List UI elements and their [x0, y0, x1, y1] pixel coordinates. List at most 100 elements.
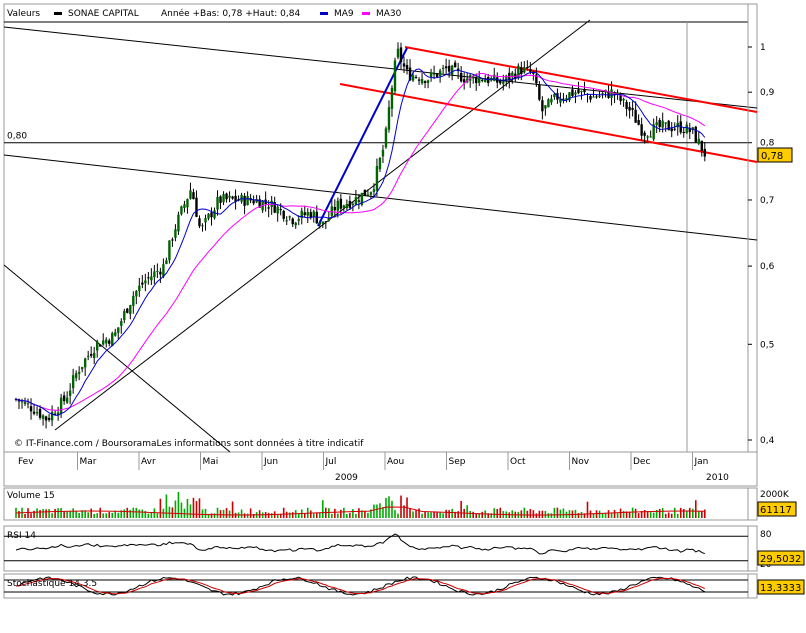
volume-bar	[228, 510, 231, 518]
volume-bar	[138, 509, 141, 518]
candle-body	[285, 220, 288, 222]
volume-bar	[685, 510, 688, 518]
candle-body	[83, 358, 87, 368]
volume-bar	[150, 512, 153, 518]
volume-bar	[87, 512, 89, 518]
candle-body	[126, 308, 129, 313]
candle-body	[174, 229, 177, 238]
candle-body	[354, 197, 358, 205]
candle-body	[363, 189, 367, 196]
candle-body	[381, 149, 385, 157]
candle-body	[658, 120, 661, 128]
candle-body	[520, 67, 523, 75]
candle-body	[547, 99, 550, 108]
volume-bar	[469, 510, 471, 518]
candle-body	[640, 124, 643, 136]
volume-bar	[679, 507, 682, 518]
candle-body	[700, 140, 703, 151]
ma9-line	[15, 68, 706, 416]
volume-bar	[246, 513, 249, 518]
volume-bar	[39, 510, 41, 518]
candle-body	[213, 210, 216, 219]
volume-bar	[57, 508, 59, 518]
volume-bar	[30, 513, 32, 518]
volume-bar	[643, 509, 646, 518]
volume-bar	[54, 508, 56, 518]
candle-body	[426, 80, 430, 83]
candle-body	[324, 221, 328, 223]
candle-body	[387, 107, 391, 130]
candle-body	[141, 282, 144, 285]
candle-body	[703, 148, 706, 157]
candle-body	[318, 222, 321, 225]
channel-upper-line	[404, 46, 758, 113]
candle-body	[177, 214, 180, 232]
volume-bar	[123, 509, 126, 518]
candle-body	[243, 195, 246, 206]
candle-body	[351, 203, 355, 205]
volume-bar	[634, 508, 637, 518]
month-label-fev: Fev	[18, 457, 34, 467]
month-label-avr: Avr	[141, 457, 156, 467]
candle-body	[165, 260, 168, 265]
candle-body	[231, 196, 234, 199]
volume-bar	[499, 507, 502, 518]
volume-bar	[225, 508, 228, 518]
volume-bar	[511, 510, 514, 518]
volume-bar	[364, 510, 366, 518]
candle-body	[649, 136, 652, 138]
candle-body	[168, 240, 171, 261]
volume-bar	[646, 511, 649, 518]
volume-bar	[328, 508, 330, 518]
volume-bar	[610, 512, 613, 518]
candle-body	[628, 106, 631, 111]
volume-bar	[382, 507, 384, 518]
candle-body	[529, 69, 532, 72]
candle-body	[282, 210, 285, 219]
volume-bar	[637, 513, 640, 518]
candle-body	[384, 128, 388, 148]
candle-body	[523, 66, 526, 73]
rsi-tick-80: 80	[760, 530, 772, 540]
volume-bar	[430, 512, 432, 518]
rsi-tag: 29,5032	[757, 550, 805, 566]
volume-bar	[397, 513, 399, 518]
candle-body	[634, 109, 637, 123]
volume-tick-high: 2000K	[760, 490, 790, 500]
candle-body	[411, 75, 415, 81]
volume-bar	[379, 503, 381, 518]
price-axes: 1 0,9 0,8 0,7 0,6 0,5 0,4 Fev Mar Avr Mai Jun Jul Aou…	[18, 4, 775, 483]
volume-bar	[442, 513, 444, 518]
candle-body	[526, 66, 529, 68]
rsi-plot	[4, 526, 749, 571]
volume-bar	[337, 513, 339, 518]
volume-bar	[412, 511, 414, 518]
volume-bar	[78, 513, 80, 518]
candle-body	[372, 189, 376, 192]
volume-bar	[159, 498, 162, 518]
candle-body	[303, 212, 306, 216]
candle-body	[625, 101, 628, 109]
candle-body	[108, 340, 111, 344]
volume-title: Volume 15	[7, 491, 55, 501]
volume-bar	[658, 508, 661, 518]
volume-bar	[691, 508, 694, 518]
candle-body	[68, 390, 72, 396]
candle-body	[228, 195, 231, 198]
candle-body	[622, 98, 625, 101]
volume-bar	[51, 513, 53, 518]
candle-body	[26, 403, 30, 405]
candle-body	[135, 291, 138, 297]
candle-body	[429, 72, 433, 78]
stoch-plot	[4, 574, 749, 598]
volume-bar	[231, 501, 234, 518]
candle-body	[198, 218, 201, 227]
volume-bar	[66, 511, 68, 518]
candle-body	[673, 128, 676, 130]
candle-body	[444, 66, 448, 69]
volume-bar	[192, 497, 195, 518]
price-y-tick-label: 0,9	[760, 88, 775, 98]
candle-body	[306, 212, 309, 216]
rsi-last-value: 29,5032	[760, 554, 801, 565]
volume-bar	[267, 512, 270, 518]
